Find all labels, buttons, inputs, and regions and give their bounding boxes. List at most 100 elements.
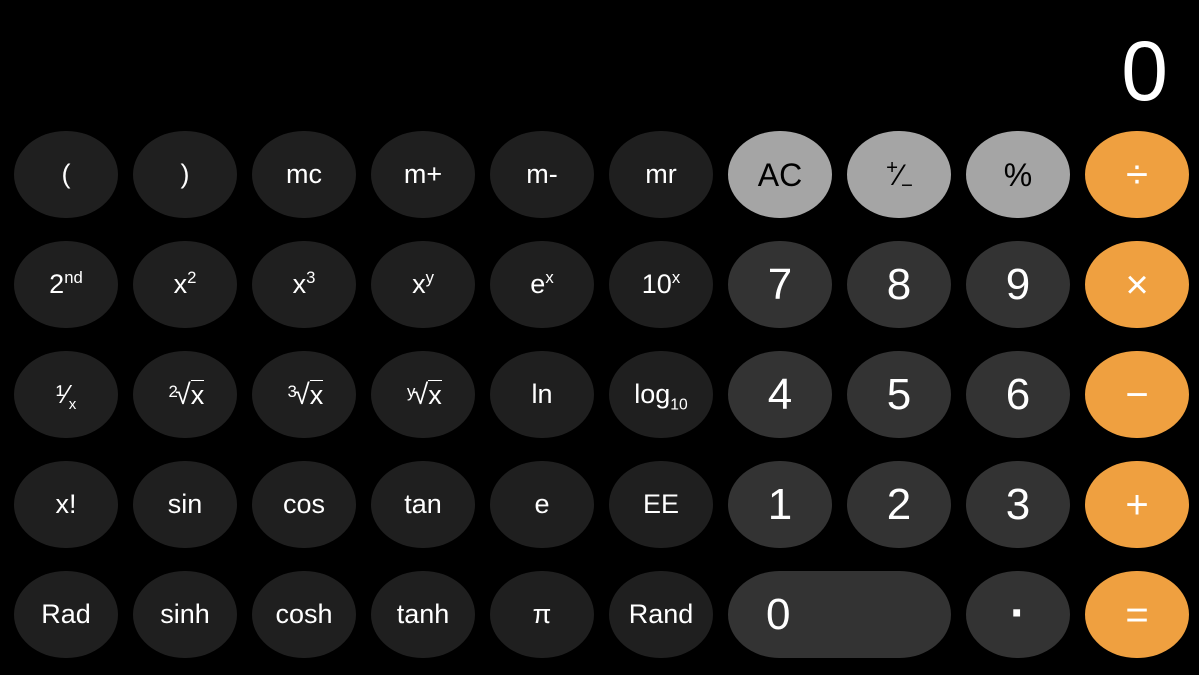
factorial-key[interactable]: x!: [14, 461, 118, 548]
second-function-key[interactable]: 2nd: [14, 241, 118, 328]
display-value: 0: [1121, 23, 1168, 118]
key-label: e: [534, 489, 550, 519]
calculator-app: 0 () mc m+ m-mr AC +⁄−% ÷ 2nd x2 x3 xy ex 10x 7 8 9 × ¹⁄x…: [0, 0, 1199, 675]
key-label: sinh: [160, 599, 210, 629]
cosh-key[interactable]: cosh: [252, 571, 356, 658]
natural-log-key[interactable]: ln: [490, 351, 594, 438]
key-label: cos: [282, 489, 326, 519]
memory-add-key[interactable]: m+: [371, 131, 475, 218]
calculator-display: 0: [0, 18, 1183, 123]
tangent-key[interactable]: tan: [371, 461, 475, 548]
random-key[interactable]: Rand: [609, 571, 713, 658]
close-paren-key[interactable]: ): [133, 131, 237, 218]
key-label: (: [61, 159, 71, 189]
cube-root-key[interactable]: 3 √ x: [252, 351, 356, 438]
all-clear-key[interactable]: AC: [728, 131, 832, 218]
euler-number-key[interactable]: e: [490, 461, 594, 548]
key-label: π: [532, 599, 552, 629]
key-label: 3 √ x: [287, 378, 324, 411]
sign-toggle-key[interactable]: +⁄−: [847, 131, 951, 218]
key-label: +⁄−: [886, 157, 913, 197]
key-label: ): [180, 159, 190, 189]
key-label: AC: [757, 156, 803, 193]
key-label: 10x: [641, 268, 681, 299]
subtract-key[interactable]: −: [1085, 351, 1189, 438]
key-label: xy: [412, 268, 434, 299]
key-label: 0: [766, 589, 791, 639]
key-label: 9: [1005, 259, 1031, 309]
key-label: =: [1125, 592, 1149, 637]
digit-5-key[interactable]: 5: [847, 351, 951, 438]
key-label: tanh: [396, 599, 450, 629]
key-label: m-: [526, 159, 558, 189]
key-label: +: [1125, 482, 1149, 527]
digit-3-key[interactable]: 3: [966, 461, 1070, 548]
key-label: EE: [642, 489, 680, 519]
equals-key[interactable]: =: [1085, 571, 1189, 658]
digit-7-key[interactable]: 7: [728, 241, 832, 328]
sinh-key[interactable]: sinh: [133, 571, 237, 658]
square-key[interactable]: x2: [133, 241, 237, 328]
digit-6-key[interactable]: 6: [966, 351, 1070, 438]
key-label: 4: [767, 369, 793, 419]
square-root-key[interactable]: 2 √ x: [133, 351, 237, 438]
key-label: log10: [634, 379, 688, 414]
nth-root-key[interactable]: y √ x: [371, 351, 475, 438]
key-label: 6: [1005, 369, 1031, 419]
key-label: ln: [531, 379, 553, 409]
key-label: cosh: [275, 599, 333, 629]
digit-4-key[interactable]: 4: [728, 351, 832, 438]
sine-key[interactable]: sin: [133, 461, 237, 548]
key-label: 5: [886, 369, 912, 419]
memory-recall-key[interactable]: mr: [609, 131, 713, 218]
radians-toggle-key[interactable]: Rad: [14, 571, 118, 658]
key-label: 7: [767, 259, 793, 309]
key-label: mr: [645, 159, 677, 189]
multiply-key[interactable]: ×: [1085, 241, 1189, 328]
exp-ten-key[interactable]: 10x: [609, 241, 713, 328]
key-label: m+: [403, 159, 443, 189]
power-key[interactable]: xy: [371, 241, 475, 328]
keypad-row-2: 2nd x2 x3 xy ex 10x 7 8 9 ×: [14, 241, 1189, 328]
divide-key[interactable]: ÷: [1085, 131, 1189, 218]
log-base-ten-key[interactable]: log10: [609, 351, 713, 438]
cube-key[interactable]: x3: [252, 241, 356, 328]
exp-e-key[interactable]: ex: [490, 241, 594, 328]
decimal-point-key[interactable]: ·: [966, 571, 1070, 658]
keypad-row-1: () mc m+ m-mr AC +⁄−% ÷: [14, 131, 1189, 218]
digit-9-key[interactable]: 9: [966, 241, 1070, 328]
key-label: x!: [55, 489, 77, 519]
key-label: Rand: [628, 599, 694, 629]
key-label: 8: [886, 259, 912, 309]
percent-key[interactable]: %: [966, 131, 1070, 218]
reciprocal-key[interactable]: ¹⁄x: [14, 351, 118, 438]
tanh-key[interactable]: tanh: [371, 571, 475, 658]
key-label: ¹⁄x: [55, 379, 77, 414]
key-label: −: [1125, 372, 1149, 417]
key-label: mc: [286, 159, 322, 189]
pi-key[interactable]: π: [490, 571, 594, 658]
key-label: sin: [167, 489, 203, 519]
keypad-row-5: Rad sinh cosh tanh π Rand 0 · =: [14, 571, 1189, 658]
key-label: 2 √ x: [168, 378, 205, 411]
digit-1-key[interactable]: 1: [728, 461, 832, 548]
open-paren-key[interactable]: (: [14, 131, 118, 218]
memory-clear-key[interactable]: mc: [252, 131, 356, 218]
key-label: 3: [1005, 479, 1031, 529]
memory-subtract-key[interactable]: m-: [490, 131, 594, 218]
key-label: x3: [292, 268, 316, 299]
exponent-key[interactable]: EE: [609, 461, 713, 548]
cosine-key[interactable]: cos: [252, 461, 356, 548]
keypad-row-4: x! sin cos tan e EE 1 2 3 +: [14, 461, 1189, 548]
digit-0-key[interactable]: 0: [728, 571, 951, 658]
key-label: ·: [1010, 586, 1026, 640]
add-key[interactable]: +: [1085, 461, 1189, 548]
key-label: ex: [530, 268, 554, 299]
key-label: Rad: [41, 599, 91, 629]
key-label: %: [1003, 156, 1033, 193]
digit-8-key[interactable]: 8: [847, 241, 951, 328]
keypad-row-3: ¹⁄x 2 √ x 3 √ x y √ x ln log10 4 5 6 −: [14, 351, 1189, 438]
key-label: 2nd: [49, 268, 83, 299]
digit-2-key[interactable]: 2: [847, 461, 951, 548]
key-label: x2: [173, 268, 197, 299]
